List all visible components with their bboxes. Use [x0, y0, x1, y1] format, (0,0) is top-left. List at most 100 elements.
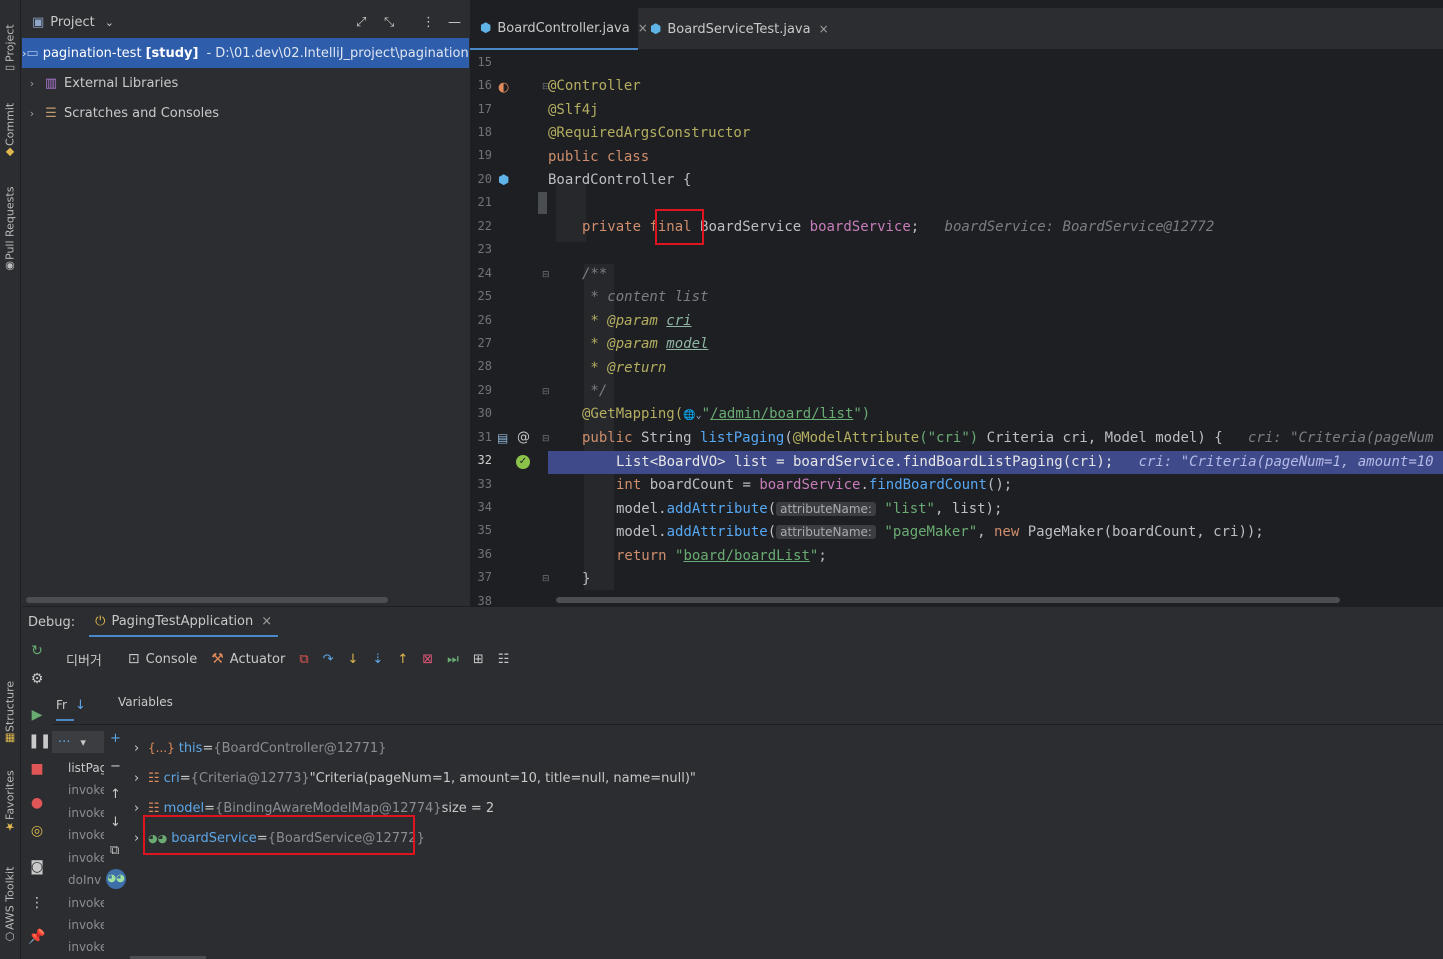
- structure-tool-button[interactable]: ▦ Structure: [1, 676, 19, 748]
- mute-breakpoints-icon[interactable]: ◎: [28, 823, 46, 839]
- evaluate-expression-icon[interactable]: ⊞: [473, 652, 484, 667]
- url-link[interactable]: /admin/board/list: [710, 406, 853, 422]
- stop-icon[interactable]: ■: [28, 761, 46, 777]
- pause-icon[interactable]: ❚❚: [28, 733, 51, 749]
- thread-selector[interactable]: ··· ▾: [52, 731, 104, 753]
- pull-requests-tool-button[interactable]: ◉ Pull Requests: [1, 178, 19, 276]
- pull-requests-tool-label: Pull Requests: [3, 186, 17, 260]
- commit-tool-button[interactable]: ◆ Commit: [1, 92, 19, 162]
- spring-bean-icon[interactable]: ⬢: [498, 173, 509, 188]
- class-name: BoardController {: [548, 172, 692, 188]
- chevron-right-icon[interactable]: ›: [134, 771, 148, 786]
- frame-item[interactable]: invoke: [68, 806, 104, 820]
- module-folder-icon: ▭: [26, 45, 39, 61]
- line-number: 31: [477, 430, 492, 444]
- force-step-into-icon[interactable]: ⇣: [372, 652, 383, 667]
- chevron-right-icon[interactable]: ›: [134, 801, 148, 816]
- view-path-link[interactable]: board/boardList: [683, 548, 809, 564]
- run-to-cursor-icon[interactable]: ⏭: [447, 652, 459, 667]
- trace-stream-icon[interactable]: ☷: [498, 652, 510, 667]
- frame-item[interactable]: invoke: [68, 851, 104, 865]
- more-icon[interactable]: ⋮: [28, 895, 46, 911]
- tab-console[interactable]: ⊡ Console: [128, 651, 197, 667]
- project-horizontal-scrollbar[interactable]: [26, 597, 388, 603]
- drop-frame-icon[interactable]: ⊠: [422, 652, 433, 667]
- frame-item[interactable]: invoke: [68, 918, 104, 932]
- pin-icon[interactable]: 📌: [28, 929, 46, 945]
- step-over-icon[interactable]: ↷: [323, 652, 334, 667]
- variable-row-cri[interactable]: › ☷ cri = {Criteria@12773} "Criteria(pag…: [134, 763, 696, 793]
- field-name: boardService: [809, 219, 911, 235]
- favorites-tool-button[interactable]: ★ Favorites: [1, 764, 19, 836]
- chevron-right-icon[interactable]: ›: [134, 741, 148, 756]
- watches-glasses-icon[interactable]: ◕◕: [106, 869, 126, 889]
- globe-icon[interactable]: 🌐⌄: [683, 410, 701, 421]
- variable-row-this[interactable]: › {...} this = {BoardController@12771}: [134, 733, 386, 763]
- method-name: addAttribute: [666, 524, 768, 540]
- line-number: 30: [477, 406, 492, 420]
- tab-board-controller[interactable]: ⬢ BoardController.java ×: [470, 8, 648, 50]
- keyword: private: [582, 219, 642, 235]
- close-icon[interactable]: ×: [819, 22, 829, 36]
- move-down-icon[interactable]: ↓: [110, 815, 121, 830]
- breakpoint-check-icon[interactable]: ✓: [516, 455, 530, 469]
- tree-item-pagination-test[interactable]: › ▭ pagination-test [study] - D:\01.dev\…: [22, 38, 469, 68]
- frame-item[interactable]: doInv: [68, 873, 101, 887]
- more-dots-icon: ···: [58, 734, 71, 750]
- frame-item[interactable]: invoke: [68, 940, 104, 954]
- step-into-icon[interactable]: ↓: [348, 652, 359, 667]
- string: ": [701, 406, 711, 422]
- frame-item[interactable]: invoke: [68, 896, 104, 910]
- string: "list": [884, 501, 935, 517]
- line-number: 29: [477, 383, 492, 397]
- tree-item-scratches[interactable]: › ☰ Scratches and Consoles: [22, 98, 469, 128]
- tab-board-service-test[interactable]: ⬢ BoardServiceTest.java ×: [640, 8, 829, 50]
- session-tab-label: PagingTestApplication: [111, 613, 254, 629]
- chevron-down-icon[interactable]: ⌄: [105, 16, 114, 29]
- doc-tag: * @param: [582, 313, 658, 329]
- request-mapping-icon[interactable]: ▤: [497, 431, 508, 445]
- chevron-right-icon[interactable]: ›: [22, 77, 42, 90]
- variable-name: this: [178, 740, 203, 756]
- tab-actuator[interactable]: ⚒ Actuator: [211, 651, 285, 667]
- hide-panel-icon[interactable]: —: [448, 15, 461, 30]
- session-tab[interactable]: ⏻ PagingTestApplication ×: [89, 607, 279, 637]
- rerun-icon[interactable]: ↻: [28, 643, 46, 659]
- frame-item-selected[interactable]: listPag: [68, 761, 104, 775]
- camera-icon[interactable]: ◙: [28, 859, 46, 875]
- aws-toolkit-tool-button[interactable]: ⬡ AWS Toolkit: [1, 852, 19, 946]
- frame-item[interactable]: invoke: [68, 828, 104, 842]
- move-up-icon[interactable]: ↑: [110, 787, 121, 802]
- copy-icon[interactable]: ⧉: [110, 843, 119, 858]
- options-menu-icon[interactable]: ⋮: [422, 15, 435, 30]
- view-breakpoints-icon[interactable]: ●: [28, 795, 46, 811]
- resume-icon[interactable]: ▶: [28, 707, 46, 723]
- power-icon: ⏻: [95, 613, 106, 629]
- expand-all-icon[interactable]: ⤢: [356, 15, 366, 30]
- arrow-down-icon[interactable]: ↓: [75, 698, 86, 713]
- code-line-24: /**: [548, 263, 1443, 286]
- chevron-right-icon[interactable]: ›: [22, 107, 42, 120]
- code-line-27: * @param model: [548, 333, 1443, 356]
- editor-horizontal-scrollbar[interactable]: [556, 597, 1340, 603]
- add-watch-icon[interactable]: +: [110, 731, 121, 746]
- project-tool-button[interactable]: ▭ Project: [1, 8, 19, 78]
- tab-debugger[interactable]: 디버거: [66, 650, 102, 669]
- close-icon[interactable]: ×: [261, 614, 272, 629]
- remove-watch-icon[interactable]: −: [110, 759, 121, 774]
- at-annotation-icon: @: [517, 430, 530, 445]
- implemented-marker-icon[interactable]: ◐: [498, 80, 509, 95]
- keyword: return: [616, 548, 667, 564]
- frame-item[interactable]: invoke: [68, 783, 104, 797]
- debug-title-bar: Debug: ⏻ PagingTestApplication ×: [22, 607, 1443, 637]
- step-out-icon[interactable]: ↑: [397, 652, 408, 667]
- restore-layout-icon[interactable]: ⧉: [299, 652, 308, 667]
- left-tool-stripe: ▭ Project ◆ Commit ◉ Pull Requests ▦ Str…: [0, 0, 21, 959]
- tree-item-external-libraries[interactable]: › ▥ External Libraries: [22, 68, 469, 98]
- project-view-selector[interactable]: Project: [50, 15, 94, 30]
- annotation: @GetMapping(: [582, 406, 684, 422]
- collapse-all-icon[interactable]: ⤡: [384, 15, 394, 30]
- code-text-area[interactable]: @Controller @Slf4j @RequiredArgsConstruc…: [548, 52, 1443, 606]
- final-highlight-box: [655, 209, 704, 245]
- settings-gear-icon[interactable]: ⚙: [28, 671, 46, 687]
